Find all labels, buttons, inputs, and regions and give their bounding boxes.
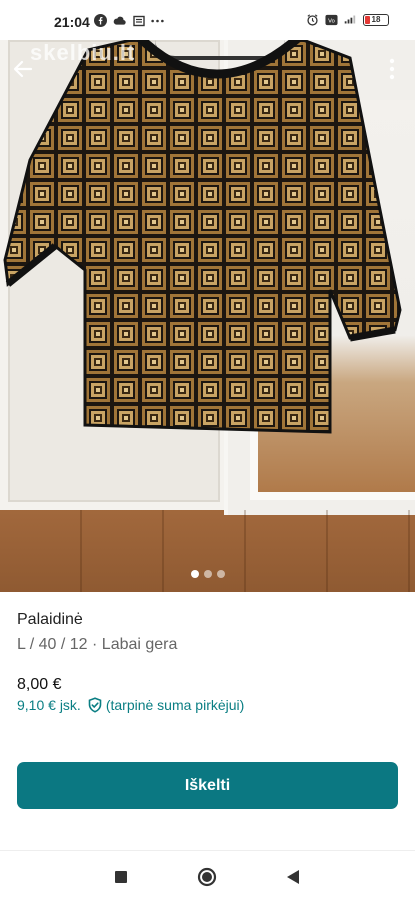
battery-indicator: 18 — [363, 13, 389, 26]
svg-text:Vo: Vo — [328, 18, 335, 24]
listing-price: 8,00 € — [17, 676, 62, 693]
pagination-dot-2[interactable] — [203, 570, 212, 578]
listing-details: L / 40 / 12 · Labai gera — [17, 636, 178, 653]
volte-icon: Vo — [325, 13, 338, 26]
alarm-icon — [306, 13, 319, 26]
home-button[interactable] — [196, 866, 218, 888]
back-button[interactable] — [8, 54, 38, 84]
status-left-icons — [94, 14, 164, 27]
pagination-dot-3[interactable] — [216, 570, 225, 578]
buyer-total-note: (tarpinė suma pirkėjui) — [105, 697, 245, 713]
buyer-total-price: 9,10 € jsk. — [17, 697, 81, 713]
status-right-icons: Vo 18 — [306, 13, 389, 26]
facebook-icon — [94, 14, 107, 27]
signal-icon — [344, 13, 357, 26]
status-bar: 21:04 Vo 18 — [0, 0, 415, 40]
status-time: 21:04 — [54, 14, 90, 30]
listing-title: Palaidinė — [17, 611, 83, 628]
watermark: skelbiu.lt — [30, 40, 136, 65]
circle-icon — [197, 867, 217, 887]
news-icon — [132, 14, 145, 27]
triangle-back-icon — [287, 870, 299, 884]
photo-pagination[interactable] — [0, 570, 415, 578]
more-options-button[interactable] — [377, 54, 407, 84]
buyer-total-row[interactable]: 9,10 € jsk. (tarpinė suma pirkėjui) — [17, 697, 244, 713]
blouse-image — [3, 40, 402, 434]
cloud-icon — [113, 14, 126, 27]
square-icon — [115, 871, 127, 883]
battery-fill — [365, 15, 370, 24]
listing-photo[interactable]: skelbiu.lt — [0, 40, 415, 592]
battery-level: 18 — [371, 15, 381, 24]
vertical-dots-icon — [389, 58, 395, 80]
shield-check-icon — [87, 697, 103, 713]
pagination-dot-1[interactable] — [190, 570, 199, 578]
recents-button[interactable] — [110, 866, 132, 888]
bump-listing-button[interactable]: Iškelti — [17, 762, 398, 809]
arrow-left-icon — [13, 60, 33, 78]
system-back-button[interactable] — [282, 866, 304, 888]
system-nav-bar — [0, 850, 415, 900]
more-dots-icon — [151, 14, 164, 27]
